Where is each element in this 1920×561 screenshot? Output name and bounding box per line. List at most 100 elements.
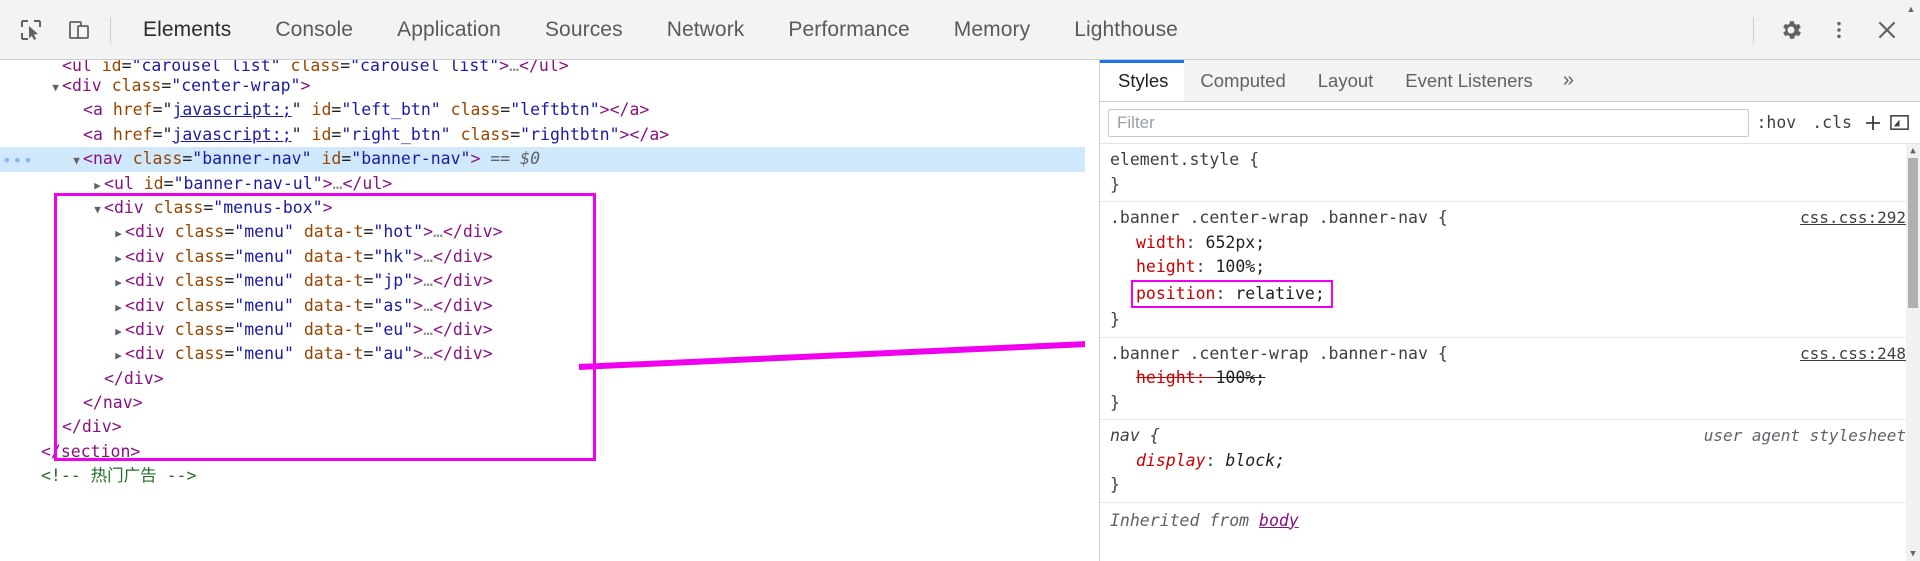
page-scrollbar-up-arrow[interactable]: ▲ — [1904, 2, 1918, 16]
css-declaration[interactable]: display: block; — [1110, 449, 1920, 474]
expand-triangle-open-icon[interactable] — [91, 198, 104, 222]
styles-tab-event-listeners[interactable]: Event Listeners — [1389, 60, 1549, 101]
styles-tab-layout[interactable]: Layout — [1302, 60, 1390, 101]
expand-triangle-closed-icon[interactable] — [112, 222, 125, 246]
dom-tree-row[interactable]: <a href="javascript:;" id="right_btn" cl… — [0, 123, 1085, 147]
css-property-value[interactable]: 652px; — [1206, 233, 1266, 252]
device-toolbar-icon[interactable] — [58, 9, 100, 51]
css-property-value[interactable]: block; — [1225, 451, 1285, 470]
panel-tab-elements[interactable]: Elements — [121, 0, 253, 60]
dom-row-more-badge[interactable]: ••• — [2, 149, 34, 173]
dom-token-brk: < — [62, 76, 72, 95]
css-property-name[interactable]: height — [1136, 257, 1196, 276]
dom-token-plain: " — [291, 124, 302, 144]
close-icon[interactable] — [1866, 9, 1908, 51]
plus-icon[interactable] — [1860, 110, 1886, 136]
panel-tab-console[interactable]: Console — [253, 0, 375, 60]
css-property-name[interactable]: display — [1136, 451, 1206, 470]
dom-tree-row[interactable]: <div class="menus-box"> — [0, 196, 1085, 220]
css-declaration[interactable]: width: 652px; — [1110, 231, 1920, 256]
panel-tab-performance[interactable]: Performance — [766, 0, 931, 60]
dom-tree-row[interactable]: <div class="menu" data-t="as">…</div> — [0, 294, 1085, 318]
inspect-element-icon[interactable] — [10, 9, 52, 51]
dom-tree[interactable]: <ul id="carousel_list" class="carousel_l… — [0, 60, 1085, 489]
expand-triangle-open-icon[interactable] — [70, 149, 83, 173]
css-source-link[interactable]: css.css:248 — [1800, 342, 1906, 367]
dom-token-plain — [302, 125, 312, 144]
dom-token-brk: > — [132, 393, 143, 413]
panel-tab-network[interactable]: Network — [645, 0, 767, 60]
dom-token-ell: … — [423, 271, 434, 291]
css-declaration[interactable]: height: 100%; — [1110, 255, 1920, 280]
panel-tab-application[interactable]: Application — [375, 0, 523, 60]
styles-scrollbar-up-arrow[interactable]: ▲ — [1906, 144, 1920, 158]
expand-triangle-closed-icon[interactable] — [112, 247, 125, 271]
dom-tree-row[interactable]: <ul id="banner-nav-ul">…</ul> — [0, 172, 1085, 196]
css-property-value[interactable]: 100%; — [1215, 368, 1265, 387]
styles-tab-computed[interactable]: Computed — [1184, 60, 1301, 101]
dom-token-brk: > — [153, 368, 164, 388]
css-selector[interactable]: element.style { — [1110, 150, 1259, 169]
css-rule[interactable]: .banner .center-wrap .banner-nav { css.cs… — [1100, 338, 1920, 420]
dom-tree-row[interactable]: <div class="center-wrap"> — [0, 74, 1085, 98]
dom-token-tg: a — [649, 124, 660, 144]
css-property-value[interactable]: 100%; — [1215, 257, 1265, 276]
dom-token-plain: = — [121, 60, 132, 74]
styles-panel-scrollbar[interactable]: ▲ ▼ — [1906, 144, 1920, 561]
dom-tree-row[interactable]: <div class="menu" data-t="hk">…</div> — [0, 245, 1085, 269]
css-declaration[interactable]: position: relative; — [1110, 279, 1920, 308]
styles-tab-styles[interactable]: Styles — [1100, 60, 1185, 101]
dom-token-lnk[interactable]: javascript:; — [172, 100, 291, 119]
expand-triangle-closed-icon[interactable] — [112, 320, 125, 344]
dom-token-brk: > — [413, 295, 424, 315]
panel-tab-sources[interactable]: Sources — [523, 0, 645, 60]
dom-tree-row[interactable]: </section> — [0, 440, 1085, 464]
css-rule[interactable]: .banner .center-wrap .banner-nav { css.cs… — [1100, 202, 1920, 338]
dom-token-pn: id — [311, 100, 332, 120]
css-property-name[interactable]: width — [1136, 233, 1186, 252]
expand-triangle-closed-icon[interactable] — [112, 296, 125, 320]
expand-triangle-open-icon[interactable] — [49, 76, 62, 100]
dom-tree-row[interactable]: </div> — [0, 367, 1085, 391]
panel-tab-memory[interactable]: Memory — [932, 0, 1052, 60]
toolbar-divider — [110, 16, 111, 43]
dom-tree-row[interactable]: <!-- 热门广告 --> — [0, 464, 1085, 488]
dom-tree-row[interactable]: <div class="menu" data-t="au">…</div> — [0, 342, 1085, 366]
css-property-name[interactable]: height — [1136, 368, 1196, 387]
hov-toggle-button[interactable]: :hov — [1749, 109, 1805, 137]
dom-tree-row[interactable]: <ul id="carousel_list" class="carousel_l… — [0, 60, 1085, 74]
css-source-link[interactable]: css.css:292 — [1800, 206, 1906, 231]
dom-tree-row[interactable]: <div class="menu" data-t="jp">…</div> — [0, 269, 1085, 293]
kebab-menu-icon[interactable] — [1818, 9, 1860, 51]
css-property-name[interactable]: position — [1136, 284, 1215, 303]
css-selector[interactable]: .banner .center-wrap .banner-nav { — [1110, 208, 1448, 227]
css-rule[interactable]: element.style {} — [1100, 144, 1920, 202]
css-rule[interactable]: nav {user agent stylesheet display: block… — [1100, 420, 1920, 503]
styles-scrollbar-thumb[interactable] — [1908, 158, 1918, 308]
expand-triangle-closed-icon[interactable] — [112, 271, 125, 295]
expand-triangle-closed-icon[interactable] — [112, 344, 125, 368]
cls-toggle-button[interactable]: .cls — [1804, 109, 1860, 137]
dom-token-plain — [294, 296, 304, 315]
filter-input[interactable] — [1108, 108, 1749, 137]
css-declaration[interactable]: height: 100%; — [1110, 366, 1920, 391]
css-selector[interactable]: nav { — [1110, 426, 1160, 445]
styles-scrollbar-down-arrow[interactable]: ▼ — [1906, 547, 1920, 561]
dom-tree-row[interactable]: </div> — [0, 415, 1085, 439]
toggle-element-classes-icon[interactable] — [1886, 110, 1912, 136]
gear-icon[interactable] — [1770, 9, 1812, 51]
dom-token-brk: </ — [83, 393, 103, 413]
css-declaration-text: display: block; — [1136, 451, 1285, 470]
css-selector[interactable]: .banner .center-wrap .banner-nav { — [1110, 344, 1448, 363]
dom-tree-row[interactable]: <div class="menu" data-t="hot">…</div> — [0, 220, 1085, 244]
dom-token-lnk[interactable]: javascript:; — [172, 125, 291, 144]
styles-rules-list[interactable]: element.style {} .banner .center-wrap .ba… — [1100, 144, 1920, 561]
dom-tree-row[interactable]: <a href="javascript:;" id="left_btn" cla… — [0, 98, 1085, 122]
chevron-double-right-icon[interactable]: » — [1549, 60, 1588, 101]
panel-tab-lighthouse[interactable]: Lighthouse — [1052, 0, 1200, 60]
expand-triangle-closed-icon[interactable] — [91, 174, 104, 198]
dom-tree-row[interactable]: •••<nav class="banner-nav" id="banner-na… — [0, 147, 1085, 173]
dom-tree-row[interactable]: </nav> — [0, 391, 1085, 415]
css-property-value[interactable]: relative; — [1235, 284, 1324, 303]
dom-tree-row[interactable]: <div class="menu" data-t="eu">…</div> — [0, 318, 1085, 342]
